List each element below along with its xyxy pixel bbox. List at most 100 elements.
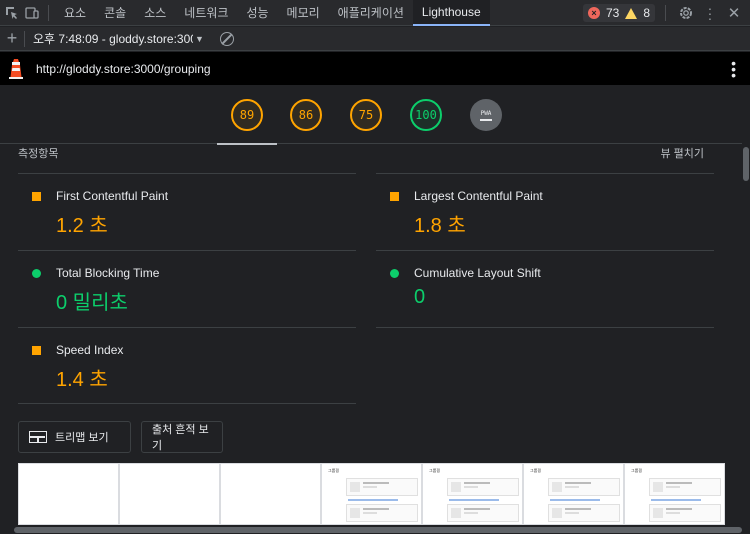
- frame-title: 그룹핑: [631, 468, 643, 473]
- inspect-element-icon[interactable]: [2, 3, 22, 23]
- view-treemap-button[interactable]: 트리맵 보기: [18, 421, 131, 453]
- lighthouse-toolbar: + 오후 7:48:09 - gloddy.store:300 ▼: [0, 27, 750, 51]
- metrics-bottom-divider: [18, 403, 356, 404]
- frame-meta: [449, 499, 499, 501]
- metric-value: 1.8 초: [414, 215, 466, 237]
- frame-card: [548, 478, 620, 496]
- report-select-value: 오후 7:48:09 - gloddy.store:300: [33, 32, 193, 46]
- metric-value: 1.2 초: [56, 215, 108, 237]
- toolbar-divider: [665, 5, 666, 21]
- gauge-value: 75: [358, 108, 374, 122]
- error-count: 73: [605, 6, 620, 20]
- toolbar-divider: [48, 4, 49, 21]
- frame-card: [447, 504, 519, 522]
- device-toolbar-icon[interactable]: [22, 3, 42, 23]
- gauge-value: 86: [298, 108, 314, 122]
- pwa-dash-icon: [480, 118, 492, 121]
- metric-lcp: Largest Contentful Paint 1.8 초: [376, 173, 714, 250]
- metric-label: Speed Index: [56, 343, 124, 357]
- report-url[interactable]: http://gloddy.store:3000/grouping: [36, 62, 211, 76]
- metric-label: Largest Contentful Paint: [414, 189, 543, 203]
- report-select[interactable]: 오후 7:48:09 - gloddy.store:300: [25, 30, 193, 47]
- pass-marker-icon: [32, 269, 41, 278]
- accessibility-score-gauge[interactable]: 86: [290, 99, 322, 131]
- pass-marker-icon: [390, 269, 399, 278]
- metric-label: First Contentful Paint: [56, 189, 169, 203]
- metric-fcp: First Contentful Paint 1.2 초: [18, 173, 356, 250]
- filmstrip-frame: [220, 463, 321, 525]
- filmstrip-frame: [18, 463, 119, 525]
- view-trace-label: 출처 흔적 보기: [152, 424, 209, 452]
- issues-counter[interactable]: × 73 8: [582, 4, 655, 22]
- tab-lighthouse[interactable]: Lighthouse: [412, 0, 490, 26]
- filmstrip-frame: 그룹핑: [624, 463, 725, 525]
- gear-icon[interactable]: [676, 3, 696, 23]
- frame-card: [548, 504, 620, 522]
- warning-icon: [625, 7, 638, 19]
- metric-value: 0 밀리초: [56, 292, 128, 314]
- metric-tbt: Total Blocking Time 0 밀리초: [18, 250, 356, 327]
- tab-network[interactable]: 네트워크: [175, 0, 237, 26]
- pwa-label: PWA: [480, 109, 492, 117]
- metrics-header: 측정항목 뷰 펼치기: [18, 145, 704, 173]
- metric-speed-index: Speed Index 1.4 초: [18, 327, 356, 404]
- filmstrip: 그룹핑 그룹핑 그룹핑 그룹핑: [18, 463, 728, 525]
- score-gauges: 89 86 75 100 PWA: [0, 86, 742, 144]
- view-trace-button[interactable]: 출처 흔적 보기: [141, 421, 223, 453]
- tab-performance[interactable]: 성능: [237, 0, 277, 26]
- metric-label: Total Blocking Time: [56, 266, 160, 280]
- frame-card: [346, 478, 418, 496]
- tab-sources[interactable]: 소스: [135, 0, 175, 26]
- vertical-scrollbar-thumb[interactable]: [743, 147, 749, 181]
- horizontal-scrollbar-thumb[interactable]: [14, 527, 742, 533]
- tab-application[interactable]: 애플리케이션: [329, 0, 413, 26]
- tab-elements[interactable]: 요소: [55, 0, 95, 26]
- more-options-icon[interactable]: · · ·: [700, 1, 720, 25]
- metric-label: Cumulative Layout Shift: [414, 266, 541, 280]
- filmstrip-frame: 그룹핑: [321, 463, 422, 525]
- filmstrip-frame: [119, 463, 220, 525]
- close-icon[interactable]: ✕: [724, 3, 744, 23]
- frame-title: 그룹핑: [530, 468, 542, 473]
- chevron-down-icon[interactable]: ▼: [195, 34, 204, 44]
- frame-title: 그룹핑: [429, 468, 441, 473]
- new-report-icon[interactable]: +: [0, 27, 24, 51]
- metric-value: 0: [414, 286, 426, 308]
- metric-cls: Cumulative Layout Shift 0: [376, 250, 714, 327]
- frame-card: [346, 504, 418, 522]
- metric-value: 1.4 초: [56, 369, 108, 391]
- error-icon: ×: [587, 7, 600, 19]
- metrics-title: 측정항목: [18, 148, 59, 160]
- warning-count: 8: [643, 6, 650, 20]
- horizontal-scrollbar[interactable]: [0, 526, 750, 534]
- frame-card: [649, 504, 721, 522]
- tabbar-right-controls: × 73 8 · · · ✕: [582, 0, 750, 26]
- metrics-content: 측정항목 뷰 펼치기 First Contentful Paint 1.2 초 …: [0, 145, 742, 525]
- seo-score-gauge[interactable]: 100: [410, 99, 442, 131]
- best-practices-score-gauge[interactable]: 75: [350, 99, 382, 131]
- report-menu-icon[interactable]: • • •: [731, 56, 736, 82]
- average-marker-icon: [390, 192, 399, 201]
- performance-score-gauge[interactable]: 89: [231, 99, 263, 131]
- frame-meta: [348, 499, 398, 501]
- lighthouse-logo-icon: [0, 52, 32, 85]
- average-marker-icon: [32, 192, 41, 201]
- view-treemap-label: 트리맵 보기: [55, 432, 109, 444]
- clear-reports-icon[interactable]: [219, 31, 234, 46]
- gauge-value: 100: [415, 108, 437, 122]
- frame-card: [447, 478, 519, 496]
- filmstrip-frame: 그룹핑: [422, 463, 523, 525]
- filmstrip-frame: 그룹핑: [523, 463, 624, 525]
- tab-console[interactable]: 콘솔: [95, 0, 135, 26]
- devtools-tabbar: 요소 콘솔 소스 네트워크 성능 메모리 애플리케이션 Lighthouse ×…: [0, 0, 750, 26]
- treemap-icon: [29, 431, 47, 443]
- expand-view-toggle[interactable]: 뷰 펼치기: [660, 145, 704, 161]
- tab-memory[interactable]: 메모리: [278, 0, 329, 26]
- pwa-badge[interactable]: PWA: [470, 99, 502, 131]
- average-marker-icon: [32, 346, 41, 355]
- frame-meta: [550, 499, 600, 501]
- metric-divider: [376, 327, 714, 328]
- gauge-value: 89: [239, 108, 255, 122]
- frame-title: 그룹핑: [328, 468, 340, 473]
- frame-meta: [651, 499, 701, 501]
